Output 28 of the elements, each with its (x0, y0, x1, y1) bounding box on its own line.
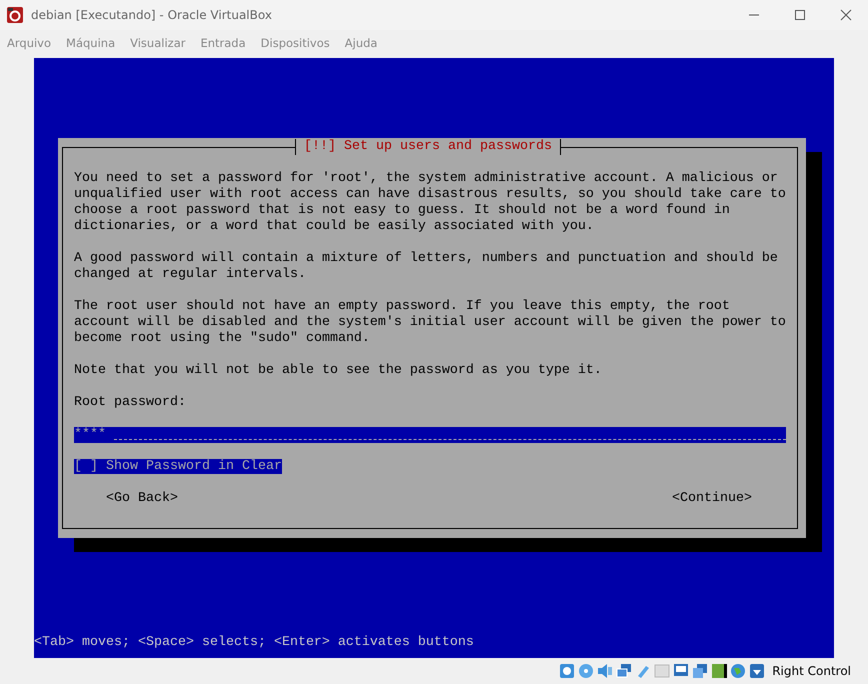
show-password-checkbox[interactable]: [ ] Show Password in Clear (74, 459, 282, 474)
disc-icon[interactable] (578, 663, 594, 679)
download-icon[interactable] (749, 663, 766, 679)
app-icon (7, 7, 23, 23)
menu-item[interactable]: Máquina (66, 36, 116, 50)
menu-item[interactable]: Dispositivos (260, 36, 330, 50)
windows-icon[interactable] (692, 663, 708, 679)
field-label: Root password: (74, 395, 187, 411)
menu-item[interactable]: Visualizar (130, 36, 186, 50)
maximize-icon[interactable] (794, 9, 806, 21)
dialog-button[interactable]: <Go Back> (106, 491, 178, 507)
window-title: debian [Executando] - Oracle VirtualBox (31, 8, 272, 22)
host-key-label: Right Control (772, 664, 851, 678)
password-field[interactable]: **** (74, 427, 786, 443)
speaker-icon[interactable] (597, 663, 614, 679)
paragraph: You need to set a password for 'root', the system administrative account. A malicious or unqualified user with root access can have disastrous results, so you should take care to choose a root password that is not easy to guess. It should not be a word found in dictionaries, or a word that could be easily associated with you. (74, 171, 786, 235)
menu-item[interactable]: Arquivo (7, 36, 52, 50)
menu-item[interactable]: Entrada (200, 36, 246, 50)
key-hint: <Tab> moves; <Space> selects; <Enter> activates buttons (34, 635, 475, 651)
display-icon[interactable] (673, 663, 690, 679)
dialog-button[interactable]: <Continue> (672, 491, 752, 507)
menu-item[interactable]: Ajuda (344, 36, 378, 50)
paragraph: A good password will contain a mixture of letters, numbers and punctuation and should be changed at regular intervals. (74, 251, 779, 283)
paragraph: Note that you will not be able to see the password as you type it. (74, 363, 603, 379)
paragraph: The root user should not have an empty password. If you leave this empty, the root account will be disabled and the system's initial user account will be given the power to become root using the "sudo" command. (74, 299, 786, 347)
network-icon[interactable] (616, 663, 632, 679)
close-icon[interactable] (840, 9, 852, 21)
dialog-title: [!!] Set up users and passwords (295, 139, 561, 155)
